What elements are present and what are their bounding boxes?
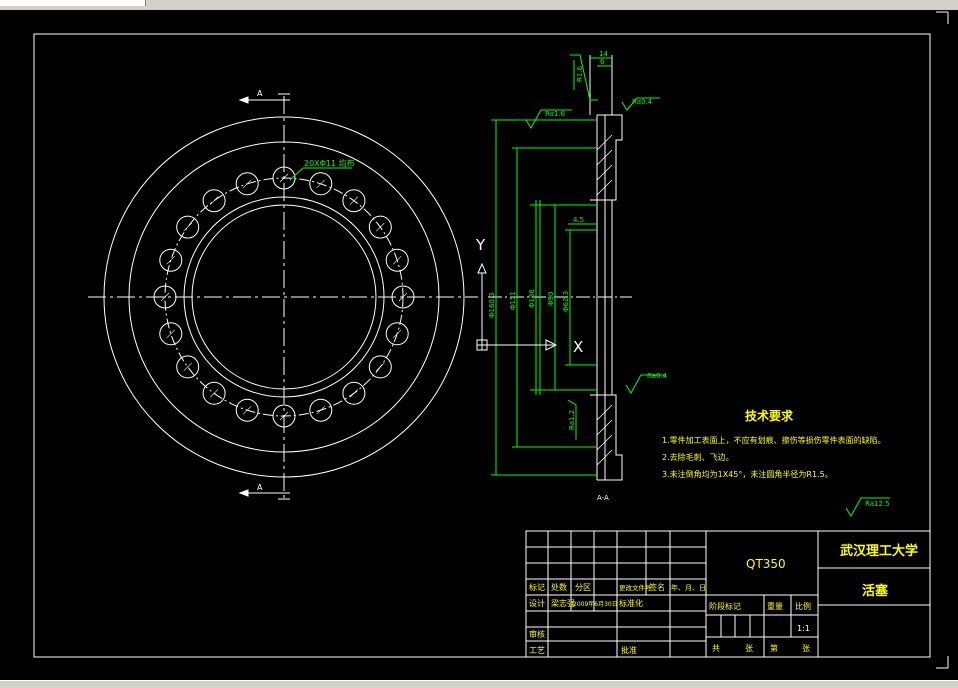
front-view bbox=[88, 96, 478, 498]
tb-scale: 1:1 bbox=[797, 624, 810, 633]
tech-req-title: 技术要求 bbox=[745, 408, 794, 423]
roughness-ra16: Ra1.6 bbox=[545, 110, 566, 118]
dim-phi-90: Φ90 bbox=[547, 292, 555, 306]
roughness-ra04-mid: Ra0.4 bbox=[647, 372, 668, 380]
dim-phi-160: Φ160.3 bbox=[488, 292, 496, 318]
bolt-hole-mark bbox=[349, 389, 359, 398]
tb-designer: 梁志强 bbox=[551, 598, 575, 608]
tb-hdr-sign: 签名 bbox=[649, 582, 665, 592]
tech-req-item-3: 3.未注倒角均为1X45°，未注圆角半径为R1.5。 bbox=[662, 469, 833, 479]
tech-req-item-2: 2.去除毛刺、飞边。 bbox=[662, 452, 734, 462]
tb-hdr-zone: 分区 bbox=[575, 583, 591, 592]
tb-hdr-docno: 更改文件号 bbox=[619, 583, 652, 592]
dim-r16: R1.6 bbox=[576, 65, 584, 82]
axis-y-label: Y bbox=[475, 236, 486, 254]
tb-hdr-date: 年、月、日 bbox=[671, 583, 706, 592]
tb-scale-lbl: 比例 bbox=[795, 601, 811, 611]
bolt-hole-mark bbox=[242, 405, 252, 415]
dim-phi-136: Φ136 bbox=[528, 289, 536, 308]
pattern-leader bbox=[289, 167, 352, 181]
tb-part-name: 活塞 bbox=[862, 583, 889, 599]
bolt-hole-mark bbox=[209, 389, 219, 398]
tb-school: 武汉理工大学 bbox=[840, 543, 918, 559]
tb-std: 标准化 bbox=[619, 598, 643, 608]
tb-stage: 阶段标记 bbox=[709, 601, 741, 611]
tb-material: QT350 bbox=[746, 557, 786, 571]
tb-sheets: 张 bbox=[745, 644, 753, 653]
dim-6: 6 bbox=[600, 58, 605, 66]
section-mark-top: A bbox=[257, 89, 263, 98]
tech-req-item-1: 1.零件加工表面上，不应有划痕、擦伤等损伤零件表面的缺陷。 bbox=[662, 435, 886, 445]
tb-approve: 批准 bbox=[621, 645, 637, 655]
bolt-hole-mark bbox=[166, 255, 176, 265]
document-tab[interactable] bbox=[0, 0, 146, 6]
roughness-ra125: Ra12.5 bbox=[865, 500, 890, 508]
dim-phi-62: Φ62.3 bbox=[562, 291, 570, 312]
tb-weight: 重量 bbox=[767, 601, 783, 611]
viewport-corner-marks bbox=[936, 11, 949, 669]
section-mark-bottom: A bbox=[257, 483, 263, 492]
bolt-hole-mark bbox=[392, 255, 402, 265]
bolt-hole-mark bbox=[166, 329, 176, 339]
roughness-ra12: Ra1.2 bbox=[568, 410, 576, 430]
bolt-hole-mark bbox=[376, 222, 385, 232]
section-title: A-A bbox=[597, 494, 609, 502]
dim-45: 4.5 bbox=[573, 216, 584, 224]
tb-sheet: 张 bbox=[802, 644, 810, 653]
tb-total: 共 bbox=[712, 644, 720, 653]
bolt-hole-mark bbox=[349, 196, 359, 205]
section-view bbox=[488, 55, 632, 481]
bolt-hole-mark bbox=[316, 179, 326, 189]
tb-design: 设计 bbox=[529, 598, 545, 608]
tb-hdr-mark: 标记 bbox=[529, 582, 545, 592]
title-block-text: QT350 武汉理工大学 活塞 标记 处数 分区 更改文件号 签名 年、月、日 … bbox=[529, 543, 918, 655]
bolt-hole-mark bbox=[209, 196, 219, 205]
tb-design-date: 2009年6月30日 bbox=[573, 600, 618, 608]
roughness-ra04-top: Ra0.4 bbox=[632, 98, 653, 106]
dim-14: 14 bbox=[599, 50, 608, 58]
tb-process: 工艺 bbox=[529, 646, 545, 655]
bolt-hole-mark bbox=[316, 405, 326, 415]
cad-drawing-canvas[interactable]: A A 20XΦ11 均布 Φ160.3 Φ151 Φ136 Φ90 Φ62.3… bbox=[0, 10, 958, 680]
bolt-hole-mark bbox=[183, 362, 192, 372]
tb-hdr-count: 处数 bbox=[551, 582, 567, 592]
bolt-hole-mark bbox=[392, 329, 402, 339]
bolt-hole-mark bbox=[242, 179, 252, 189]
dim-phi-151: Φ151 bbox=[509, 291, 517, 310]
axis-x-label: X bbox=[573, 338, 583, 356]
bolt-hole-mark bbox=[376, 362, 385, 372]
tb-review: 审核 bbox=[529, 629, 545, 639]
tb-page: 第 bbox=[770, 643, 778, 653]
bolt-hole-mark bbox=[183, 222, 192, 232]
pattern-label: 20XΦ11 均布 bbox=[304, 158, 355, 168]
